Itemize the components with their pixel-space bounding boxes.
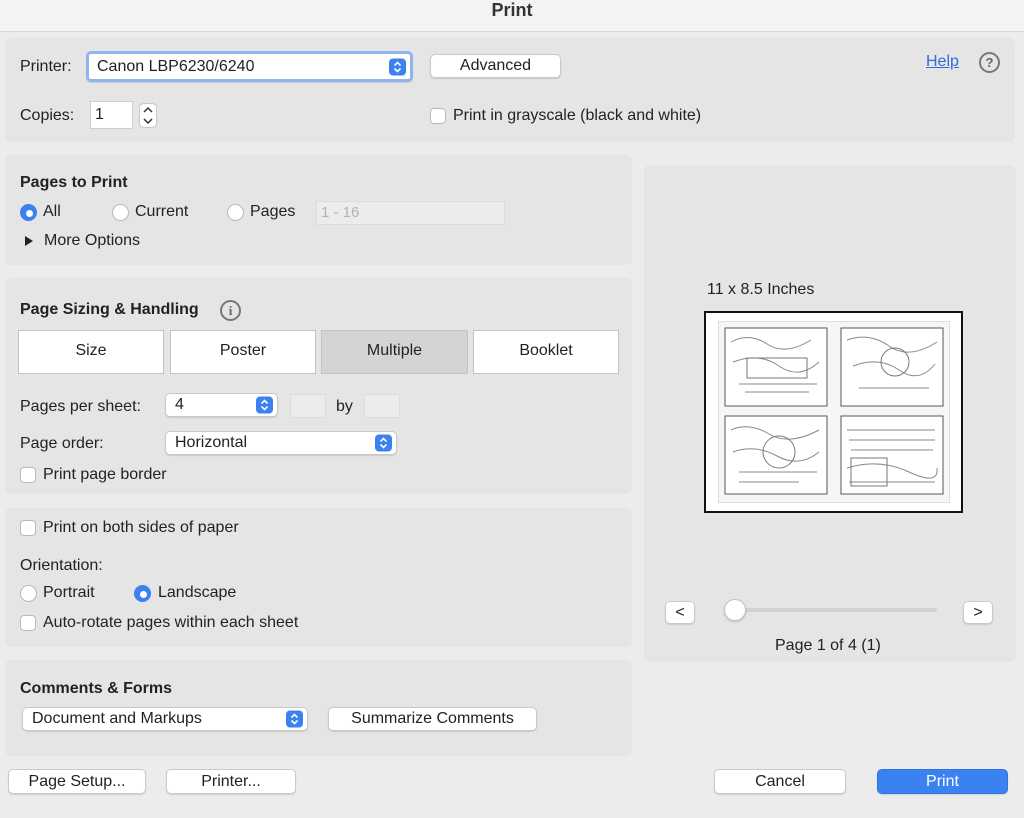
comments-heading: Comments & Forms [20,680,173,697]
pages-range-input[interactable]: 1 - 16 [316,201,505,225]
tab-multiple[interactable]: Multiple [321,330,468,374]
portrait-label: Portrait [43,584,95,601]
disclosure-triangle-icon[interactable] [24,236,34,246]
layout-columns-input[interactable] [290,394,326,418]
grayscale-checkbox[interactable] [430,108,446,124]
pages-to-print-heading: Pages to Print [20,174,128,191]
copies-value: 1 [95,106,104,123]
by-label: by [336,398,353,415]
print-button[interactable]: Print [877,769,1008,794]
page-order-label: Page order: [20,435,104,452]
print-border-label: Print page border [43,466,167,483]
pages-radio[interactable] [227,204,244,221]
copies-input[interactable]: 1 [90,101,133,129]
advanced-button[interactable]: Advanced [430,54,561,78]
chevron-updown-icon [286,710,303,728]
tab-booklet[interactable]: Booklet [473,330,619,374]
printer-label: Printer: [20,58,72,75]
multi-page-thumbnails [724,327,944,495]
window-title: Print [491,0,533,20]
printer-select[interactable]: Canon LBP6230/6240 [86,51,413,82]
next-page-button[interactable]: > [963,601,993,624]
landscape-label: Landscape [158,584,237,601]
stepper-arrows-icon [143,106,153,125]
portrait-radio[interactable] [20,585,37,602]
page-setup-button[interactable]: Page Setup... [8,769,146,794]
pages-range-placeholder: 1 - 16 [321,204,360,221]
current-label: Current [135,203,189,220]
page-slider-thumb[interactable] [724,599,746,621]
copies-stepper[interactable] [139,103,157,128]
page-status: Page 1 of 4 (1) [775,637,881,654]
page-order-value: Horizontal [175,434,248,451]
tab-size[interactable]: Size [18,330,164,374]
preview-sheet [718,321,950,503]
both-sides-label: Print on both sides of paper [43,519,239,536]
page-slider-track[interactable] [724,608,937,612]
pages-per-sheet-label: Pages per sheet: [20,398,141,415]
comments-select-value: Document and Markups [32,710,202,727]
cancel-button[interactable]: Cancel [714,769,846,794]
layout-rows-input[interactable] [364,394,400,418]
chevron-updown-icon [256,396,273,414]
summarize-comments-button[interactable]: Summarize Comments [328,707,537,731]
grayscale-label: Print in grayscale (black and white) [453,107,702,124]
help-icon[interactable]: ? [979,52,1000,73]
current-radio[interactable] [112,204,129,221]
both-sides-checkbox[interactable] [20,520,36,536]
auto-rotate-label: Auto-rotate pages within each sheet [43,614,299,631]
copies-label: Copies: [20,107,75,124]
all-label: All [43,203,61,220]
window-titlebar: Print [0,0,1024,32]
pages-label: Pages [250,203,296,220]
print-border-checkbox[interactable] [20,467,36,483]
printer-settings-button[interactable]: Printer... [166,769,296,794]
printer-select-value: Canon LBP6230/6240 [97,58,255,75]
all-radio[interactable] [20,204,37,221]
pages-per-sheet-value: 4 [175,396,184,413]
info-icon[interactable]: i [220,300,241,321]
chevron-updown-icon [375,434,392,452]
auto-rotate-checkbox[interactable] [20,615,36,631]
paper-size-label: 11 x 8.5 Inches [707,281,815,298]
chevron-updown-icon [389,58,406,75]
landscape-radio[interactable] [134,585,151,602]
previous-page-button[interactable]: < [665,601,695,624]
pages-per-sheet-select[interactable]: 4 [165,393,278,417]
orientation-heading: Orientation: [20,557,103,574]
comments-select[interactable]: Document and Markups [22,707,308,731]
help-link[interactable]: Help [926,53,959,71]
page-order-select[interactable]: Horizontal [165,431,397,455]
page-preview [704,311,963,513]
more-options-label[interactable]: More Options [44,232,140,250]
page-sizing-heading: Page Sizing & Handling [20,301,199,318]
tab-poster[interactable]: Poster [170,330,316,374]
